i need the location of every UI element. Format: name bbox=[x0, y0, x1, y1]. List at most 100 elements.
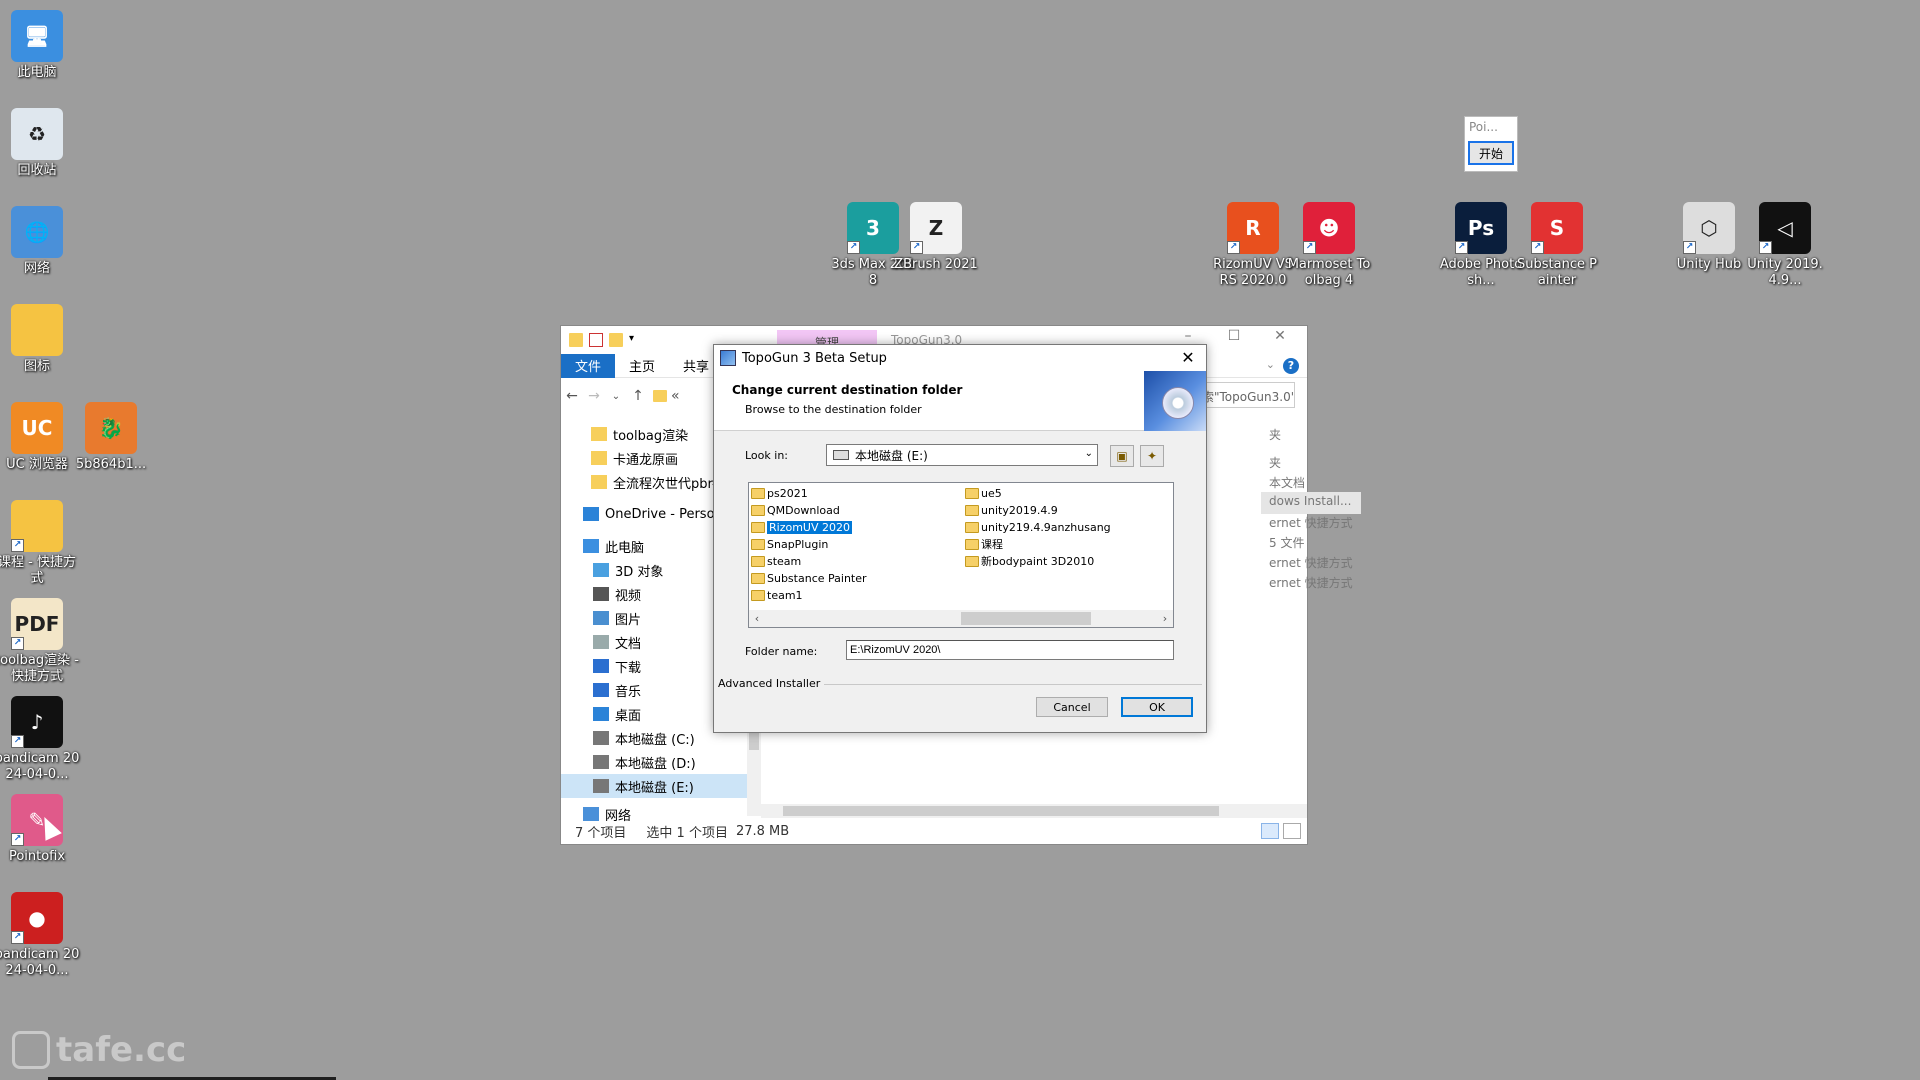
large-icons-view-icon[interactable] bbox=[1283, 823, 1301, 839]
scrollbar-thumb[interactable] bbox=[961, 612, 1091, 625]
drive-icon bbox=[833, 450, 849, 460]
scroll-right-icon[interactable]: › bbox=[1157, 610, 1173, 627]
folder-item[interactable]: 新bodypaint 3D2010 bbox=[965, 553, 1094, 569]
desktop-icon[interactable]: 🌐 网络 bbox=[0, 206, 80, 277]
folder-item[interactable]: ue5 bbox=[965, 485, 1002, 501]
desktop-icon[interactable]: ⬡ ↗ Unity Hub bbox=[1666, 202, 1752, 273]
shortcut-arrow-icon: ↗ bbox=[1455, 241, 1468, 254]
desktop-icon[interactable]: ◁ ↗ Unity 2019.4.9... bbox=[1742, 202, 1828, 289]
desktop-icon[interactable]: S ↗ Substance Painter bbox=[1514, 202, 1600, 289]
folder-list-scrollbar[interactable]: ‹ › bbox=[749, 610, 1173, 627]
nav-item-label: 本地磁盘 (C:) bbox=[615, 732, 695, 748]
desktop-icon[interactable]: Z ↗ ZBrush 2021 bbox=[893, 202, 979, 273]
minimize-icon[interactable]: – bbox=[1165, 328, 1211, 344]
folder-item[interactable]: unity2019.4.9 bbox=[965, 502, 1058, 518]
cancel-button[interactable]: Cancel bbox=[1036, 697, 1108, 717]
folder-name-field[interactable] bbox=[846, 640, 1174, 660]
breadcrumb[interactable]: « bbox=[671, 388, 680, 404]
close-icon[interactable]: ✕ bbox=[1257, 328, 1303, 344]
up-one-level-icon[interactable]: ▣ bbox=[1110, 445, 1134, 467]
folder-item-label: SnapPlugin bbox=[767, 537, 829, 551]
look-in-label: Look in: bbox=[745, 449, 788, 462]
horizontal-scrollbar[interactable] bbox=[761, 804, 1307, 818]
shortcut-arrow-icon: ↗ bbox=[1683, 241, 1696, 254]
properties-icon[interactable] bbox=[589, 333, 603, 347]
nav-item-label: 音乐 bbox=[615, 684, 642, 700]
recent-locations-icon[interactable]: ⌄ bbox=[605, 391, 627, 402]
back-arrow-icon[interactable]: ← bbox=[561, 388, 583, 404]
scroll-left-icon[interactable]: ‹ bbox=[749, 610, 765, 627]
desktop-icon[interactable]: Ps ↗ Adobe Photosh... bbox=[1438, 202, 1524, 289]
3d-objects-icon bbox=[593, 563, 609, 577]
folder-icon bbox=[751, 555, 765, 567]
desktop-icon[interactable]: 🐉 5b864b1... bbox=[68, 402, 154, 473]
folder-item[interactable]: SnapPlugin bbox=[751, 536, 828, 552]
help-icon[interactable]: ? bbox=[1283, 358, 1299, 374]
folder-item-label: RizomUV 2020 bbox=[767, 520, 852, 534]
folder-item-label: ue5 bbox=[981, 486, 1002, 500]
folder-item[interactable]: team1 bbox=[751, 587, 803, 603]
nav-item-label: 下载 bbox=[615, 660, 642, 676]
desktop-icon[interactable]: 🖥 此电脑 bbox=[0, 10, 80, 81]
file-type-fragment: 5 文件 bbox=[1269, 536, 1305, 550]
shortcut-arrow-icon: ↗ bbox=[11, 833, 24, 846]
nav-item-label: 文档 bbox=[615, 636, 642, 652]
desktop-icon[interactable]: ● ↗ bandicam 2024-04-0... bbox=[0, 892, 80, 979]
dialog-header: Change current destination folder Browse… bbox=[714, 371, 1206, 431]
folder-item[interactable]: QMDownload bbox=[751, 502, 840, 518]
details-view-icon[interactable] bbox=[1261, 823, 1279, 839]
folder-item[interactable]: ps2021 bbox=[751, 485, 808, 501]
scrollbar-thumb[interactable] bbox=[783, 806, 1219, 816]
folder-item[interactable]: Substance Painter bbox=[751, 570, 867, 586]
create-new-folder-icon[interactable]: ✦ bbox=[1140, 445, 1164, 467]
nav-item[interactable]: 本地磁盘 (E:) bbox=[561, 774, 747, 798]
tab-file[interactable]: 文件 bbox=[561, 353, 616, 378]
installer-app-icon bbox=[720, 350, 736, 366]
recycle-bin-icon: ♻ bbox=[11, 108, 63, 160]
folder-item[interactable]: 课程 bbox=[965, 536, 1003, 552]
nav-item-label: 视频 bbox=[615, 588, 642, 604]
desktop-icon[interactable]: ♪ ↗ bandicam 2024-04-0... bbox=[0, 696, 80, 783]
forward-arrow-icon[interactable]: → bbox=[583, 388, 605, 404]
folder-item[interactable]: RizomUV 2020 bbox=[751, 519, 852, 535]
close-icon[interactable]: ✕ bbox=[1170, 345, 1206, 371]
look-in-value: 本地磁盘 (E:) bbox=[855, 448, 928, 463]
desktop-icon[interactable]: ♻ 回收站 bbox=[0, 108, 80, 179]
nav-item[interactable]: 本地磁盘 (D:) bbox=[561, 750, 747, 774]
new-folder-icon[interactable] bbox=[609, 333, 623, 347]
desktop-icon[interactable]: ↗ 课程 - 快捷方式 bbox=[0, 500, 80, 587]
look-in-dropdown[interactable]: 本地磁盘 (E:) ⌄ bbox=[826, 444, 1098, 466]
folder-item[interactable]: steam bbox=[751, 553, 801, 569]
desktop-icon-label: toolbag渲染 - 快捷方式 bbox=[0, 653, 79, 684]
desktop-icon-label: Unity 2019.4.9... bbox=[1747, 257, 1823, 288]
folder-icon[interactable] bbox=[569, 333, 583, 347]
desktop-icon[interactable]: 图标 bbox=[0, 304, 80, 375]
folder-list[interactable]: ‹ › ps2021 QMDownload RizomUV 2020 SnapPlug… bbox=[748, 482, 1174, 628]
folder-item-label: 新bodypaint 3D2010 bbox=[981, 555, 1095, 568]
pointofix-start-button[interactable]: 开始 bbox=[1468, 141, 1514, 165]
shortcut-arrow-icon: ↗ bbox=[1227, 241, 1240, 254]
folder-item-label: unity219.4.9anzhusang bbox=[981, 520, 1111, 534]
header-subtitle: Browse to the destination folder bbox=[745, 403, 922, 416]
nav-item-label: 3D 对象 bbox=[615, 564, 664, 580]
desktop-icon-label: ZBrush 2021 bbox=[894, 257, 978, 272]
unity-hub-icon: ⬡ ↗ bbox=[1683, 202, 1735, 254]
file-type-fragment: 夹 bbox=[1269, 456, 1282, 470]
dialog-title: TopoGun 3 Beta Setup bbox=[742, 350, 887, 366]
ok-button[interactable]: OK bbox=[1121, 697, 1193, 717]
desktop-icon[interactable]: R ↗ RizomUV VS RS 2020.0 bbox=[1210, 202, 1296, 289]
maximize-icon[interactable]: ☐ bbox=[1211, 328, 1257, 344]
desktop-icon[interactable]: ☻ ↗ Marmoset Toolbag 4 bbox=[1286, 202, 1372, 289]
folder-item[interactable]: unity219.4.9anzhusang bbox=[965, 519, 1111, 535]
ribbon-expand-icon[interactable]: ⌄ bbox=[1266, 358, 1275, 371]
search-input[interactable]: 索"TopoGun3.0" bbox=[1197, 382, 1295, 408]
desktop-icon[interactable]: PDF ↗ toolbag渲染 - 快捷方式 bbox=[0, 598, 80, 685]
tiktok-icon: ♪ ↗ bbox=[11, 696, 63, 748]
folder-icon bbox=[653, 390, 667, 402]
chevron-down-icon[interactable]: ▾ bbox=[629, 333, 639, 347]
drive-icon bbox=[593, 755, 609, 769]
tab-home[interactable]: 主页 bbox=[615, 354, 669, 378]
desktop-icon-label: Adobe Photosh... bbox=[1439, 257, 1523, 288]
header-title: Change current destination folder bbox=[732, 383, 963, 397]
up-arrow-icon[interactable]: ↑ bbox=[627, 388, 649, 404]
